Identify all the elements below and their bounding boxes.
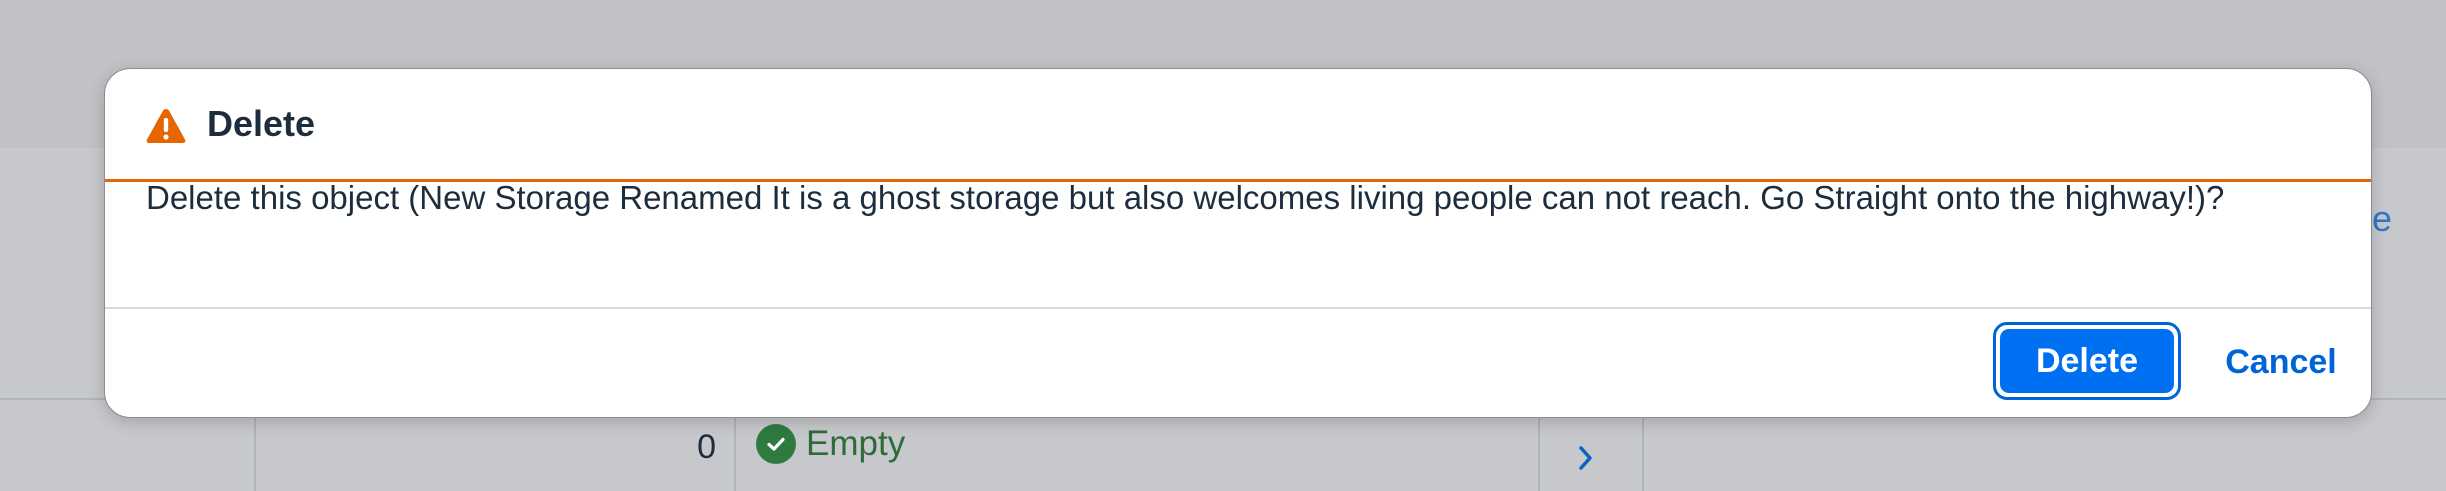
delete-button[interactable]: Delete [1993, 322, 2181, 400]
dialog-header [105, 69, 2371, 182]
delete-confirmation-dialog: Delete Delete this object (New Storage R… [104, 68, 2372, 418]
status-label: Empty [806, 424, 906, 463]
warning-icon [145, 107, 187, 145]
table-cell-status: Empty [756, 422, 905, 466]
table-cell-count: 0 [697, 428, 716, 466]
chevron-right-icon [1576, 444, 1596, 477]
check-circle-icon [756, 424, 796, 464]
dialog-footer-divider [105, 307, 2371, 309]
delete-button-label: Delete [2000, 329, 2174, 393]
dialog-title: Delete [207, 103, 316, 144]
dialog-message: Delete this object (New Storage Renamed … [146, 179, 2225, 216]
cancel-button[interactable]: Cancel [2201, 327, 2361, 397]
